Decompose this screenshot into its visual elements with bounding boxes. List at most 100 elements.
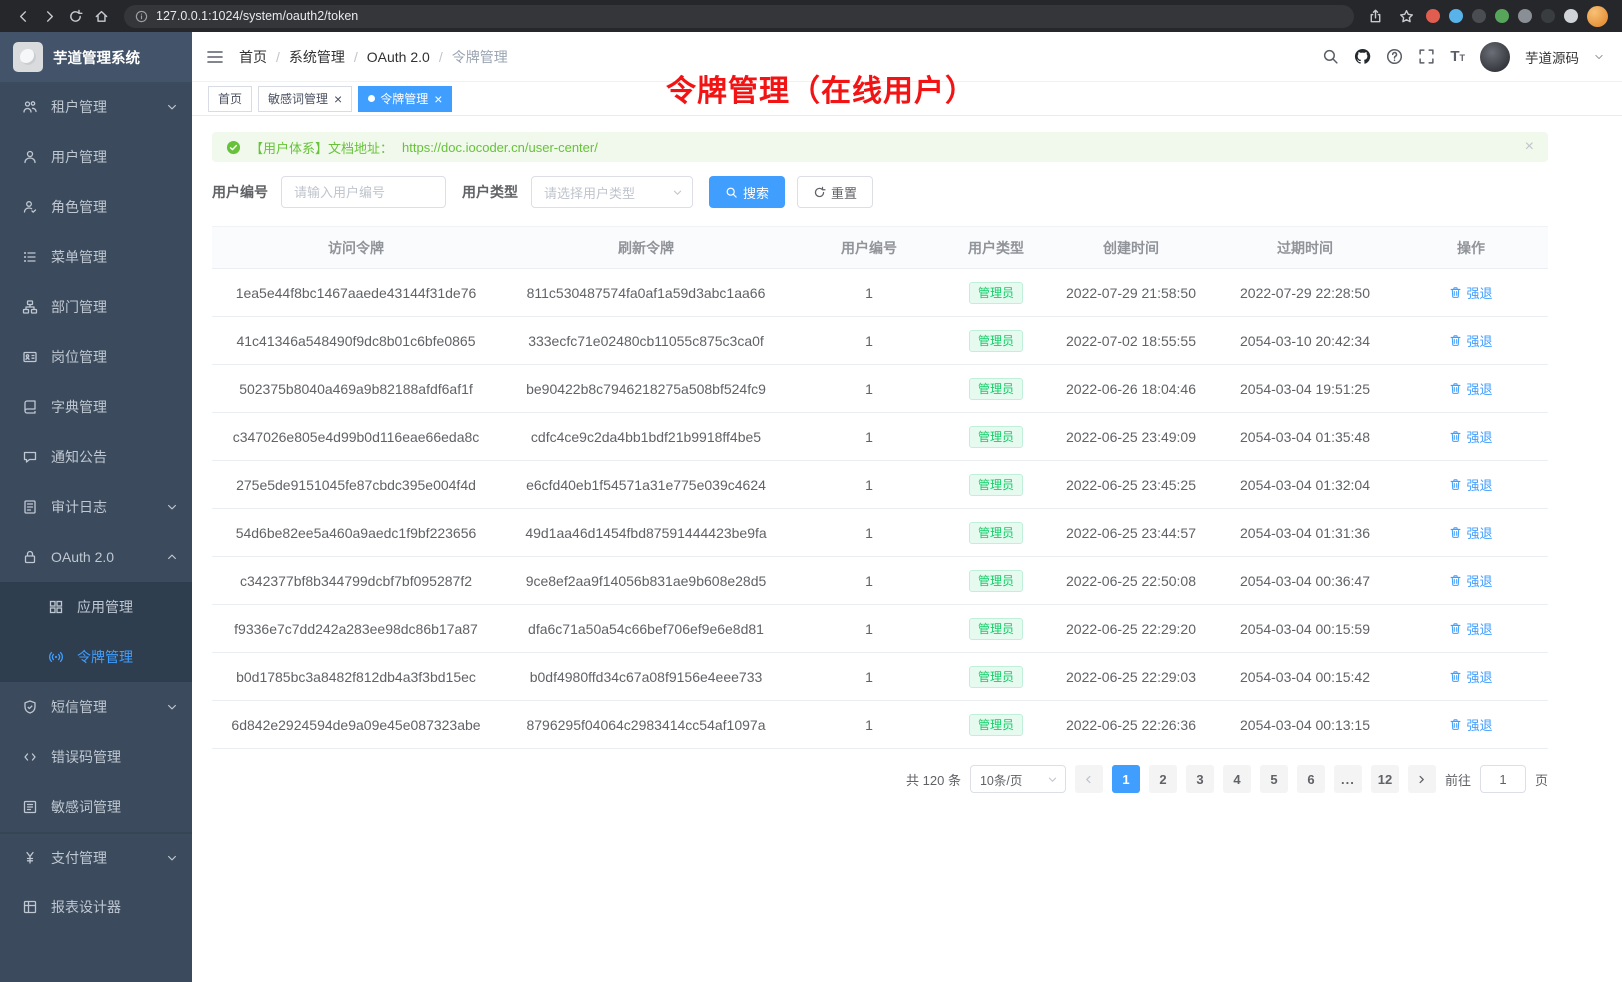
- sidebar-item[interactable]: 菜单管理: [0, 232, 192, 282]
- tab[interactable]: 敏感词管理 ×: [258, 86, 352, 112]
- caret-down-icon[interactable]: [1594, 52, 1604, 62]
- browser-forward-icon[interactable]: [36, 4, 62, 28]
- sidebar-item[interactable]: OAuth 2.0: [0, 532, 192, 582]
- browser-reload-icon[interactable]: [62, 4, 88, 28]
- extension-icon[interactable]: [1472, 9, 1486, 23]
- site-info-icon[interactable]: [135, 10, 148, 23]
- page-button[interactable]: 12: [1371, 765, 1399, 793]
- table-row: 1ea5e44f8bc1467aaede43144f31de76 811c530…: [212, 269, 1548, 317]
- page-button[interactable]: 2: [1149, 765, 1177, 793]
- goto-page-input[interactable]: [1480, 765, 1526, 793]
- url-text: 127.0.0.1:1024/system/oauth2/token: [156, 9, 358, 23]
- force-logout-button[interactable]: 强退: [1449, 379, 1492, 398]
- extension-icon[interactable]: [1518, 9, 1532, 23]
- force-logout-button[interactable]: 强退: [1449, 715, 1492, 734]
- page-button[interactable]: 4: [1223, 765, 1251, 793]
- force-logout-button[interactable]: 强退: [1449, 523, 1492, 542]
- force-logout-button[interactable]: 强退: [1449, 571, 1492, 590]
- force-logout-button[interactable]: 强退: [1449, 475, 1492, 494]
- alert-close-icon[interactable]: ×: [1525, 139, 1534, 155]
- page-size-select[interactable]: 10条/页: [970, 765, 1066, 793]
- help-icon[interactable]: [1386, 48, 1403, 65]
- extension-icon[interactable]: [1564, 9, 1578, 23]
- breadcrumb-item[interactable]: 首页: [239, 47, 289, 67]
- sidebar-item[interactable]: 字典管理: [0, 382, 192, 432]
- github-icon[interactable]: [1354, 48, 1371, 65]
- browser-back-icon[interactable]: [10, 4, 36, 28]
- sidebar-item[interactable]: 令牌管理: [0, 632, 192, 682]
- browser-profile-avatar[interactable]: [1587, 6, 1608, 27]
- browser-url-bar[interactable]: 127.0.0.1:1024/system/oauth2/token: [124, 5, 1354, 28]
- app-title: 芋道管理系统: [53, 47, 140, 68]
- page-button[interactable]: ...: [1334, 765, 1362, 793]
- force-logout-button[interactable]: 强退: [1449, 667, 1492, 686]
- column-header: 过期时间: [1216, 227, 1394, 269]
- token-table: 访问令牌刷新令牌用户编号用户类型创建时间过期时间操作 1ea5e44f8bc14…: [212, 226, 1548, 749]
- access-token-cell: 275e5de9151045fe87cbdc395e004f4d: [212, 461, 500, 509]
- sidebar-item[interactable]: 角色管理: [0, 182, 192, 232]
- sidebar-menu: 租户管理 用户管理 角色管理: [0, 82, 192, 982]
- username[interactable]: 芋道源码: [1525, 47, 1579, 67]
- breadcrumb-item[interactable]: OAuth 2.0: [367, 49, 452, 65]
- reset-button[interactable]: 重置: [797, 176, 873, 208]
- extension-icon[interactable]: [1495, 9, 1509, 23]
- share-icon[interactable]: [1364, 4, 1386, 28]
- search-button[interactable]: 搜索: [709, 176, 785, 208]
- sidebar-item[interactable]: 应用管理: [0, 582, 192, 632]
- user-type-select[interactable]: 请选择用户类型: [531, 176, 693, 208]
- sidebar-item[interactable]: 岗位管理: [0, 332, 192, 382]
- sidebar-item[interactable]: 租户管理: [0, 82, 192, 132]
- refresh-token-cell: 8796295f04064c2983414cc54af1097a: [500, 701, 792, 749]
- filter-form: 用户编号 用户类型 请选择用户类型 搜索: [212, 176, 1548, 208]
- sidebar-item[interactable]: 报表设计器: [0, 882, 192, 932]
- bookmark-star-icon[interactable]: [1395, 4, 1417, 28]
- breadcrumb-item[interactable]: 系统管理: [289, 47, 367, 67]
- breadcrumb-item[interactable]: 令牌管理: [452, 47, 508, 67]
- topbar: 首页系统管理OAuth 2.0令牌管理 TT 芋道源码: [192, 32, 1622, 82]
- extension-icon[interactable]: [1541, 9, 1555, 23]
- force-logout-button[interactable]: 强退: [1449, 427, 1492, 446]
- user-icon: [22, 149, 38, 165]
- user-id-cell: 1: [792, 317, 946, 365]
- user-type-badge: 管理员: [969, 570, 1023, 592]
- app-logo[interactable]: 芋道管理系统: [0, 32, 192, 82]
- tab[interactable]: 首页: [208, 86, 252, 112]
- alert-link[interactable]: https://doc.iocoder.cn/user-center/: [402, 140, 598, 155]
- sidebar-item[interactable]: 部门管理: [0, 282, 192, 332]
- refresh-token-cell: 811c530487574fa0af1a59d3abc1aa66: [500, 269, 792, 317]
- page-button[interactable]: 5: [1260, 765, 1288, 793]
- next-page-button[interactable]: [1408, 765, 1436, 793]
- close-icon[interactable]: ×: [334, 92, 342, 106]
- goto-label: 前往: [1445, 770, 1471, 789]
- sidebar-item[interactable]: 敏感词管理: [0, 782, 192, 832]
- sidebar-item[interactable]: 通知公告: [0, 432, 192, 482]
- sidebar-item[interactable]: 审计日志: [0, 482, 192, 532]
- user-id-input[interactable]: [281, 176, 446, 208]
- force-logout-label: 强退: [1466, 379, 1492, 398]
- extension-icon[interactable]: [1426, 9, 1440, 23]
- force-logout-button[interactable]: 强退: [1449, 283, 1492, 302]
- sidebar-item[interactable]: 用户管理: [0, 132, 192, 182]
- browser-home-icon[interactable]: [88, 4, 114, 28]
- force-logout-button[interactable]: 强退: [1449, 619, 1492, 638]
- tabs-bar: 首页 敏感词管理 × 令牌管理 ×: [192, 82, 1622, 116]
- fullscreen-icon[interactable]: [1418, 48, 1435, 65]
- sidebar-item[interactable]: 错误码管理: [0, 732, 192, 782]
- page-button[interactable]: 3: [1186, 765, 1214, 793]
- sidebar-item[interactable]: 支付管理: [0, 832, 192, 882]
- tab[interactable]: 令牌管理 ×: [358, 86, 452, 112]
- user-avatar[interactable]: [1480, 42, 1510, 72]
- page-unit-label: 页: [1535, 770, 1548, 789]
- close-icon[interactable]: ×: [434, 92, 442, 106]
- sidebar-item[interactable]: 短信管理: [0, 682, 192, 732]
- search-icon[interactable]: [1322, 48, 1339, 65]
- prev-page-button[interactable]: [1075, 765, 1103, 793]
- extension-icon[interactable]: [1449, 9, 1463, 23]
- expire-time-cell: 2054-03-04 19:51:25: [1216, 365, 1394, 413]
- page-button[interactable]: 6: [1297, 765, 1325, 793]
- app-icon: [48, 599, 64, 615]
- force-logout-button[interactable]: 强退: [1449, 331, 1492, 350]
- page-button[interactable]: 1: [1112, 765, 1140, 793]
- sidebar-collapse-icon[interactable]: [206, 48, 224, 66]
- font-size-icon[interactable]: TT: [1450, 49, 1465, 64]
